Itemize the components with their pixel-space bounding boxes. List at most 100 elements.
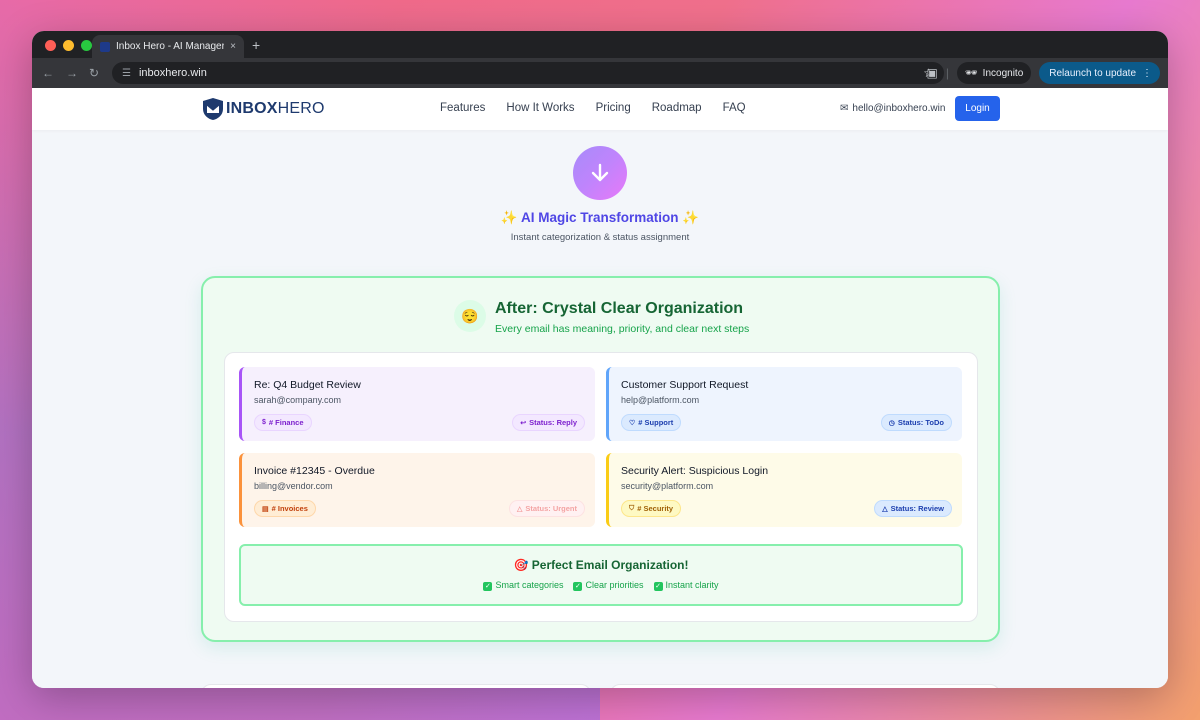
browser-tab[interactable]: Inbox Hero - AI Manager for M × — [92, 35, 244, 58]
email-item[interactable]: Re: Q4 Budget Review sarah@company.com $… — [239, 367, 595, 441]
tab-title: Inbox Hero - AI Manager for M — [116, 41, 225, 52]
after-card: 😌 After: Crystal Clear Organization Ever… — [201, 276, 1000, 642]
after-subtitle: Every email has meaning, priority, and c… — [495, 323, 750, 335]
magic-title: ✨ AI Magic Transformation ✨ — [500, 210, 700, 225]
email-sender: security@platform.com — [621, 481, 714, 491]
logo-text: INBOXHERO — [226, 100, 325, 118]
menu-icon[interactable]: ⋮ — [1142, 68, 1152, 79]
nav-pricing[interactable]: Pricing — [596, 102, 631, 114]
nav-roadmap[interactable]: Roadmap — [652, 102, 702, 114]
minimize-window-button[interactable] — [63, 40, 74, 51]
reply-icon: ↩ — [520, 419, 527, 427]
relieved-face-icon: 😌 — [454, 300, 486, 332]
back-icon[interactable]: ← — [42, 66, 54, 80]
site-settings-icon[interactable]: ☰ — [122, 68, 131, 79]
nav-faq[interactable]: FAQ — [723, 102, 746, 114]
next-section-card-left — [201, 684, 591, 688]
perfect-organization-banner: 🎯 Perfect Email Organization! ✓ Smart cat… — [239, 544, 963, 606]
arrow-down-badge — [573, 146, 627, 200]
email-item[interactable]: Customer Support Request help@platform.c… — [606, 367, 962, 441]
check-icon: ✓ — [483, 582, 493, 591]
status-label: Status: Urgent — [525, 504, 577, 513]
benefit-item: ✓ Instant clarity — [653, 580, 719, 591]
email-item[interactable]: Invoice #12345 - Overdue billing@vendor.… — [239, 453, 595, 527]
document-icon: ▤ — [262, 505, 269, 513]
email-subject: Security Alert: Suspicious Login — [621, 465, 769, 477]
dollar-icon: $ — [262, 419, 266, 426]
category-tag[interactable]: $ # Finance — [254, 414, 312, 431]
perfect-items: ✓ Smart categories ✓ Clear priorities ✓ Ins… — [241, 580, 961, 591]
browser-toolbar: ← → ↻ ☰ inboxhero.win ☆ ▣ | 🕶 Incognito … — [32, 58, 1168, 88]
email-list: Re: Q4 Budget Review sarah@company.com $… — [224, 352, 978, 622]
browser-window: Inbox Hero - AI Manager for M × + ← → ↻ … — [32, 31, 1168, 688]
status-badge[interactable]: ◷ Status: ToDo — [880, 414, 952, 431]
email-sender: billing@vendor.com — [254, 481, 333, 491]
tab-close-icon[interactable]: × — [230, 41, 236, 52]
benefit-item: ✓ Smart categories — [483, 580, 563, 591]
reload-icon[interactable]: ↻ — [89, 66, 99, 80]
url-text: inboxhero.win — [138, 67, 207, 79]
warning-icon: △ — [516, 505, 523, 513]
check-icon: ✓ — [653, 582, 663, 591]
benefit-label: Clear priorities — [585, 580, 644, 590]
relaunch-button[interactable]: Relaunch to update ⋮ — [1039, 62, 1160, 84]
status-label: Status: ToDo — [897, 418, 944, 427]
category-tag[interactable]: ▤ # Invoices — [254, 500, 316, 517]
new-tab-button[interactable]: + — [252, 37, 260, 53]
category-label: # Invoices — [271, 504, 308, 513]
email-sender: sarah@company.com — [254, 395, 342, 405]
after-title: After: Crystal Clear Organization — [495, 300, 744, 317]
clock-icon: ◷ — [888, 419, 895, 427]
address-bar[interactable]: ☰ inboxhero.win ☆ — [112, 62, 944, 84]
toolbar-right: ▣ | 🕶 Incognito Relaunch to update ⋮ — [927, 62, 1160, 84]
nav-how-it-works[interactable]: How It Works — [506, 102, 574, 114]
next-section-card-right — [610, 684, 1000, 688]
incognito-icon: 🕶 — [964, 67, 978, 79]
status-label: Status: Review — [890, 504, 944, 513]
magic-subtitle: Instant categorization & status assignme… — [510, 232, 690, 243]
relaunch-label: Relaunch to update — [1049, 67, 1136, 79]
divider: | — [945, 66, 949, 80]
side-panel-icon[interactable]: ▣ — [927, 66, 938, 80]
logo-bold: INBOX — [226, 100, 278, 117]
nav-features[interactable]: Features — [440, 102, 485, 114]
status-badge[interactable]: △ Status: Urgent — [508, 500, 585, 517]
maximize-window-button[interactable] — [81, 40, 92, 51]
logo[interactable]: INBOXHERO — [202, 97, 325, 121]
favicon-icon — [100, 41, 110, 52]
category-label: # Security — [637, 504, 674, 513]
close-window-button[interactable] — [45, 40, 56, 51]
window-controls — [45, 40, 92, 51]
arrow-down-icon — [591, 163, 609, 182]
status-badge[interactable]: △ Status: Review — [874, 500, 952, 517]
status-label: Status: Reply — [529, 418, 577, 427]
status-badge[interactable]: ↩ Status: Reply — [512, 414, 585, 431]
category-tag[interactable]: ♡ # Support — [621, 414, 682, 431]
category-label: # Support — [638, 418, 674, 427]
incognito-badge[interactable]: 🕶 Incognito — [956, 62, 1032, 84]
category-tag[interactable]: ⛉ # Security — [621, 500, 682, 517]
site-header: INBOXHERO Features How It Works Pricing … — [32, 88, 1168, 130]
web-page: INBOXHERO Features How It Works Pricing … — [32, 88, 1168, 688]
shield-mail-icon — [203, 98, 223, 120]
warning-icon: △ — [882, 505, 888, 513]
benefit-label: Instant clarity — [665, 580, 719, 590]
category-label: # Finance — [268, 418, 304, 427]
login-button[interactable]: Login — [955, 96, 1000, 121]
incognito-label: Incognito — [982, 67, 1024, 79]
email-subject: Invoice #12345 - Overdue — [254, 465, 375, 477]
email-subject: Customer Support Request — [621, 379, 749, 391]
contact-email-link[interactable]: ✉ hello@inboxhero.win — [840, 103, 945, 114]
logo-light: HERO — [277, 100, 325, 117]
contact-email: hello@inboxhero.win — [852, 103, 946, 114]
tab-bar: Inbox Hero - AI Manager for M × + — [32, 31, 1168, 58]
forward-icon[interactable]: → — [66, 66, 78, 80]
mail-icon: ✉ — [840, 103, 849, 114]
benefit-item: ✓ Clear priorities — [573, 580, 644, 591]
email-subject: Re: Q4 Budget Review — [254, 379, 361, 391]
shield-icon: ⛉ — [629, 504, 635, 512]
email-sender: help@platform.com — [621, 395, 700, 405]
perfect-title: 🎯 Perfect Email Organization! — [513, 558, 689, 572]
main-nav: Features How It Works Pricing Roadmap FA… — [440, 102, 746, 114]
email-item[interactable]: Security Alert: Suspicious Login securit… — [606, 453, 962, 527]
